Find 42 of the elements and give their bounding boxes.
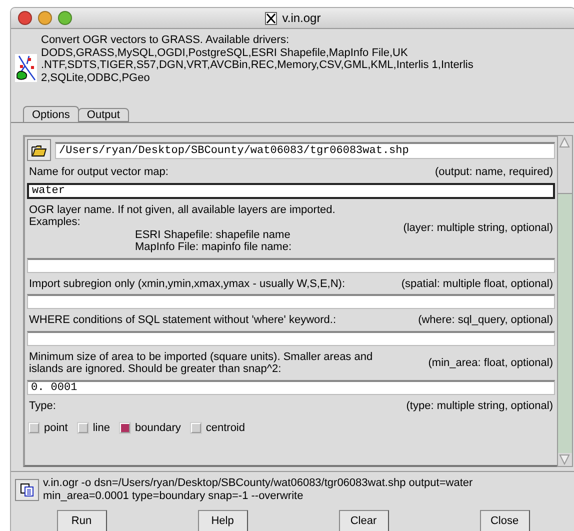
action-button[interactable]: Run: [56, 510, 106, 531]
minimize-icon[interactable]: [38, 11, 52, 25]
option-spec: (output: name, required): [434, 166, 553, 178]
option-spec: (min_area: float, optional): [428, 356, 553, 370]
command-text: v.in.ogr -o dsn=/Users/ryan/Desktop/SBCounty/wat06083/tgr06083wat.shp output=water min_area=0.0001 type=boundary snap=-1 --overwrite: [43, 477, 473, 502]
checkbox[interactable]: boundary: [120, 422, 181, 434]
x-window-icon: [265, 12, 278, 24]
option-spec: (spatial: multiple float, optional): [401, 278, 553, 290]
zoom-icon[interactable]: [58, 11, 72, 25]
module-description: Convert OGR vectors to GRASS. Available drivers: DODS,GRASS,MySQL,OGDI,PostgreSQL,ESRI Shapefile,MapInfo File,UK .NTF,SDTS,TIGER,S57,DGN,VRT,AVCBin,REC,Memory,CSV,GML,KML,Interlis 1,Interlis 2,SQLite,ODBC,PGeo: [41, 33, 474, 84]
vector-map-icon: [15, 54, 37, 82]
open-folder-button[interactable]: [27, 139, 51, 161]
action-button[interactable]: Clear: [338, 510, 388, 531]
checkbox[interactable]: centroid: [190, 422, 245, 434]
file-path-field[interactable]: /Users/ryan/Desktop/SBCounty/wat06083/tgr06083wat.shp: [55, 142, 555, 158]
window-title: v.in.ogr: [282, 11, 321, 25]
option-spec: (type: multiple string, optional): [406, 400, 553, 412]
copy-button[interactable]: [15, 478, 39, 500]
option-label: Import subregion only (xmin,ymin,xmax,ymax - usually W,S,E,N):: [29, 278, 346, 290]
text-field[interactable]: [27, 330, 555, 346]
text-field[interactable]: 0. 0001: [27, 380, 555, 394]
tab[interactable]: Options: [23, 106, 79, 122]
option-spec: (where: sql_query, optional): [418, 314, 553, 326]
option-label: OGR layer name. If not given, all available layers are imported. Examples: ESRI Shapefile: shapefile name MapInfo File: mapinfo file name:: [29, 204, 336, 254]
text-field[interactable]: [27, 294, 555, 309]
folder-icon: [31, 144, 47, 156]
tab[interactable]: Output: [78, 108, 129, 122]
option-label: WHERE conditions of SQL statement without 'where' keyword.:: [29, 314, 336, 326]
option-spec: (layer: multiple string, optional): [403, 222, 553, 235]
close-icon[interactable]: [18, 11, 32, 25]
checkbox[interactable]: point: [29, 422, 68, 434]
option-label: Name for output vector map:: [29, 166, 168, 178]
checkbox[interactable]: line: [78, 422, 110, 434]
scrollbar[interactable]: [557, 135, 573, 467]
action-button[interactable]: Close: [480, 510, 530, 531]
option-label: Minimum size of area to be imported (square units). Smaller areas and islands are ignored. Should be greater than snap^2:: [29, 350, 373, 376]
text-field[interactable]: water: [27, 182, 555, 198]
action-button[interactable]: Help: [198, 510, 248, 531]
option-label: Type:: [29, 400, 56, 412]
scroll-up-icon[interactable]: [558, 136, 571, 149]
copy-icon: [20, 482, 34, 496]
text-field[interactable]: [27, 258, 555, 272]
